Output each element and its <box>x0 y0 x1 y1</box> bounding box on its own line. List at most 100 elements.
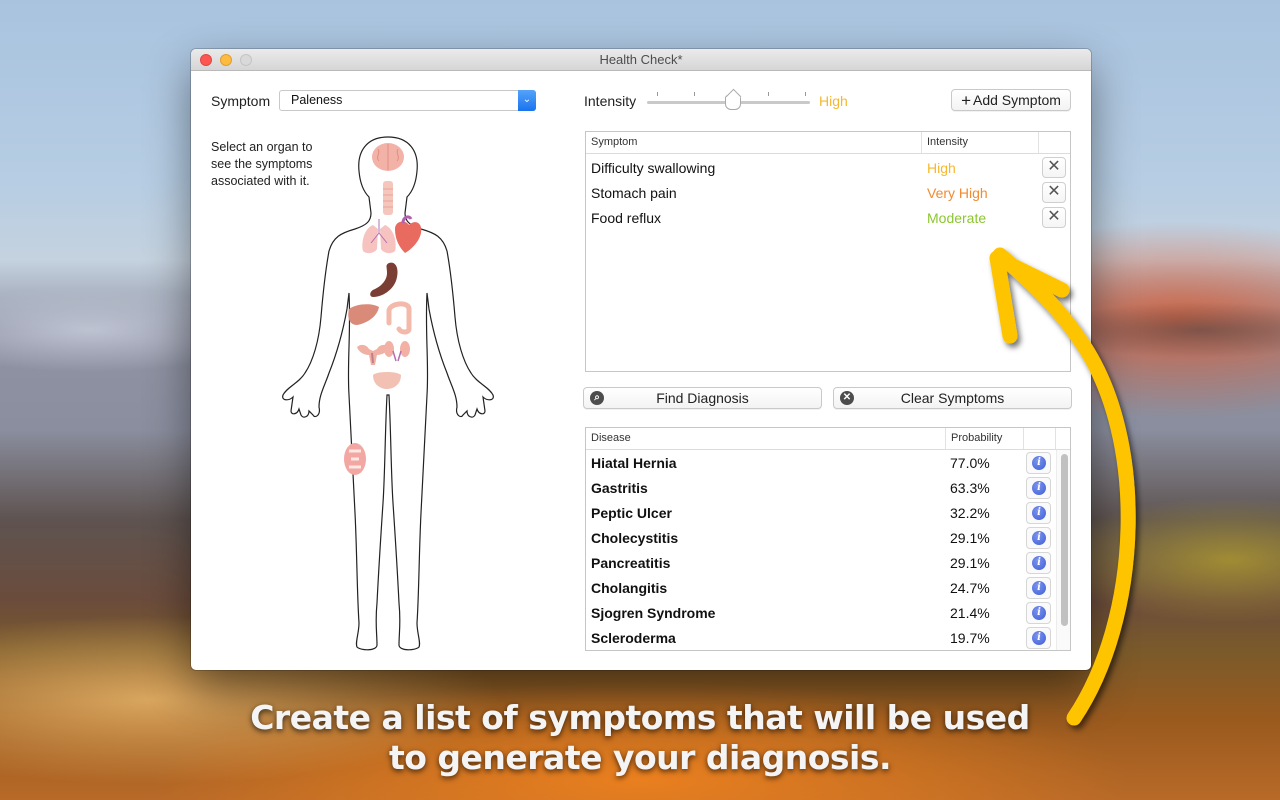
disease-name: Scleroderma <box>591 630 676 646</box>
find-diagnosis-label: Find Diagnosis <box>656 390 749 406</box>
symptom-intensity: Moderate <box>927 210 987 226</box>
intestine-icon <box>386 301 412 335</box>
body-figure <box>282 136 494 651</box>
disease-row[interactable]: Scleroderma 19.7% i <box>586 626 1070 650</box>
add-symptom-label: Add Symptom <box>973 92 1061 108</box>
slider-tick <box>694 92 695 96</box>
intensity-slider[interactable] <box>647 92 810 114</box>
lungs-icon <box>362 219 396 254</box>
symptom-table-header: Symptom Intensity <box>586 132 1070 154</box>
add-symptom-button[interactable]: + Add Symptom <box>951 89 1071 111</box>
disease-info-button[interactable]: i <box>1026 477 1051 499</box>
column-header-info <box>1024 428 1056 449</box>
info-icon: i <box>1032 631 1046 645</box>
info-icon: i <box>1032 481 1046 495</box>
column-header-disease[interactable]: Disease <box>586 428 946 449</box>
disease-probability: 19.7% <box>950 630 990 646</box>
zoom-window-button[interactable] <box>240 54 252 66</box>
clear-icon: ✕ <box>840 391 854 405</box>
disease-probability: 24.7% <box>950 580 990 596</box>
symptom-popup-value: Paleness <box>291 93 343 107</box>
disease-info-button[interactable]: i <box>1026 452 1051 474</box>
symptom-row[interactable]: Difficulty swallowing High ✕ <box>586 156 1070 181</box>
info-icon: i <box>1032 506 1046 520</box>
symptom-name: Stomach pain <box>591 185 677 201</box>
disease-name: Pancreatitis <box>591 555 671 571</box>
close-icon: ✕ <box>1047 208 1061 225</box>
bladder-icon <box>373 372 401 389</box>
throat-icon <box>383 181 393 215</box>
disease-table-header: Disease Probability <box>586 428 1070 450</box>
remove-symptom-button[interactable]: ✕ <box>1042 182 1066 203</box>
disease-info-button[interactable]: i <box>1026 527 1051 549</box>
caption-line-1: Create a list of symptoms that will be u… <box>250 698 1030 737</box>
disease-probability: 29.1% <box>950 555 990 571</box>
disease-row[interactable]: Gastritis 63.3% i <box>586 476 1070 501</box>
symptom-label: Symptom <box>211 93 271 109</box>
slider-tick <box>657 92 658 96</box>
symptom-table: Symptom Intensity Difficulty swallowing … <box>585 131 1071 372</box>
symptom-row[interactable]: Food reflux Moderate ✕ <box>586 206 1070 231</box>
close-window-button[interactable] <box>200 54 212 66</box>
plus-icon: + <box>961 91 971 110</box>
intensity-value: High <box>819 93 848 109</box>
info-icon: i <box>1032 606 1046 620</box>
info-icon: i <box>1032 531 1046 545</box>
disease-info-button[interactable]: i <box>1026 627 1051 649</box>
window-title: Health Check* <box>599 52 683 67</box>
liver-icon <box>348 304 379 325</box>
symptom-intensity: Very High <box>927 185 988 201</box>
find-diagnosis-button[interactable]: ⌕ Find Diagnosis <box>583 387 822 409</box>
disease-row[interactable]: Peptic Ulcer 32.2% i <box>586 501 1070 526</box>
disease-probability: 63.3% <box>950 480 990 496</box>
app-window: Health Check* Symptom Paleness ⌄ Select … <box>191 49 1091 670</box>
symptom-name: Food reflux <box>591 210 662 226</box>
disease-probability: 29.1% <box>950 530 990 546</box>
disease-name: Gastritis <box>591 480 648 496</box>
disease-info-button[interactable]: i <box>1026 602 1051 624</box>
disease-row[interactable]: Cholangitis 24.7% i <box>586 576 1070 601</box>
disease-info-button[interactable]: i <box>1026 502 1051 524</box>
remove-symptom-button[interactable]: ✕ <box>1042 207 1066 228</box>
disease-name: Sjogren Syndrome <box>591 605 716 621</box>
close-icon: ✕ <box>1047 183 1061 200</box>
symptom-name: Difficulty swallowing <box>591 160 716 176</box>
knee-joint-icon <box>344 443 366 475</box>
column-header-probability[interactable]: Probability <box>946 428 1024 449</box>
title-bar: Health Check* <box>191 49 1091 71</box>
column-header-intensity[interactable]: Intensity <box>922 132 1039 153</box>
column-header-symptom[interactable]: Symptom <box>586 132 922 153</box>
disease-name: Peptic Ulcer <box>591 505 672 521</box>
close-icon: ✕ <box>1047 158 1061 175</box>
disease-row[interactable]: Sjogren Syndrome 21.4% i <box>586 601 1070 626</box>
symptom-row[interactable]: Stomach pain Very High ✕ <box>586 181 1070 206</box>
disease-info-button[interactable]: i <box>1026 577 1051 599</box>
disease-probability: 32.2% <box>950 505 990 521</box>
stomach-icon <box>370 262 398 297</box>
symptom-popup[interactable]: Paleness ⌄ <box>279 90 536 111</box>
caption-line-2: to generate your diagnosis. <box>388 738 892 777</box>
search-icon: ⌕ <box>590 391 604 405</box>
brain-icon <box>372 143 404 171</box>
disease-probability: 77.0% <box>950 455 990 471</box>
disease-row[interactable]: Hiatal Hernia 77.0% i <box>586 451 1070 476</box>
minimize-window-button[interactable] <box>220 54 232 66</box>
disease-row[interactable]: Cholecystitis 29.1% i <box>586 526 1070 551</box>
disease-row[interactable]: Pancreatitis 29.1% i <box>586 551 1070 576</box>
scrollbar-thumb[interactable] <box>1061 454 1068 626</box>
symptom-intensity: High <box>927 160 956 176</box>
remove-symptom-button[interactable]: ✕ <box>1042 157 1066 178</box>
info-icon: i <box>1032 581 1046 595</box>
chevron-down-icon: ⌄ <box>518 90 536 111</box>
clear-symptoms-label: Clear Symptoms <box>900 390 1005 406</box>
slider-knob[interactable] <box>725 95 741 110</box>
disease-info-button[interactable]: i <box>1026 552 1051 574</box>
clear-symptoms-button[interactable]: ✕ Clear Symptoms <box>833 387 1072 409</box>
disease-name: Hiatal Hernia <box>591 455 677 471</box>
disease-name: Cholangitis <box>591 580 668 596</box>
kidneys-icon <box>384 341 410 362</box>
disease-table-scrollbar[interactable] <box>1056 450 1070 650</box>
disease-name: Cholecystitis <box>591 530 679 546</box>
disease-probability: 21.4% <box>950 605 990 621</box>
slider-tick <box>768 92 769 96</box>
